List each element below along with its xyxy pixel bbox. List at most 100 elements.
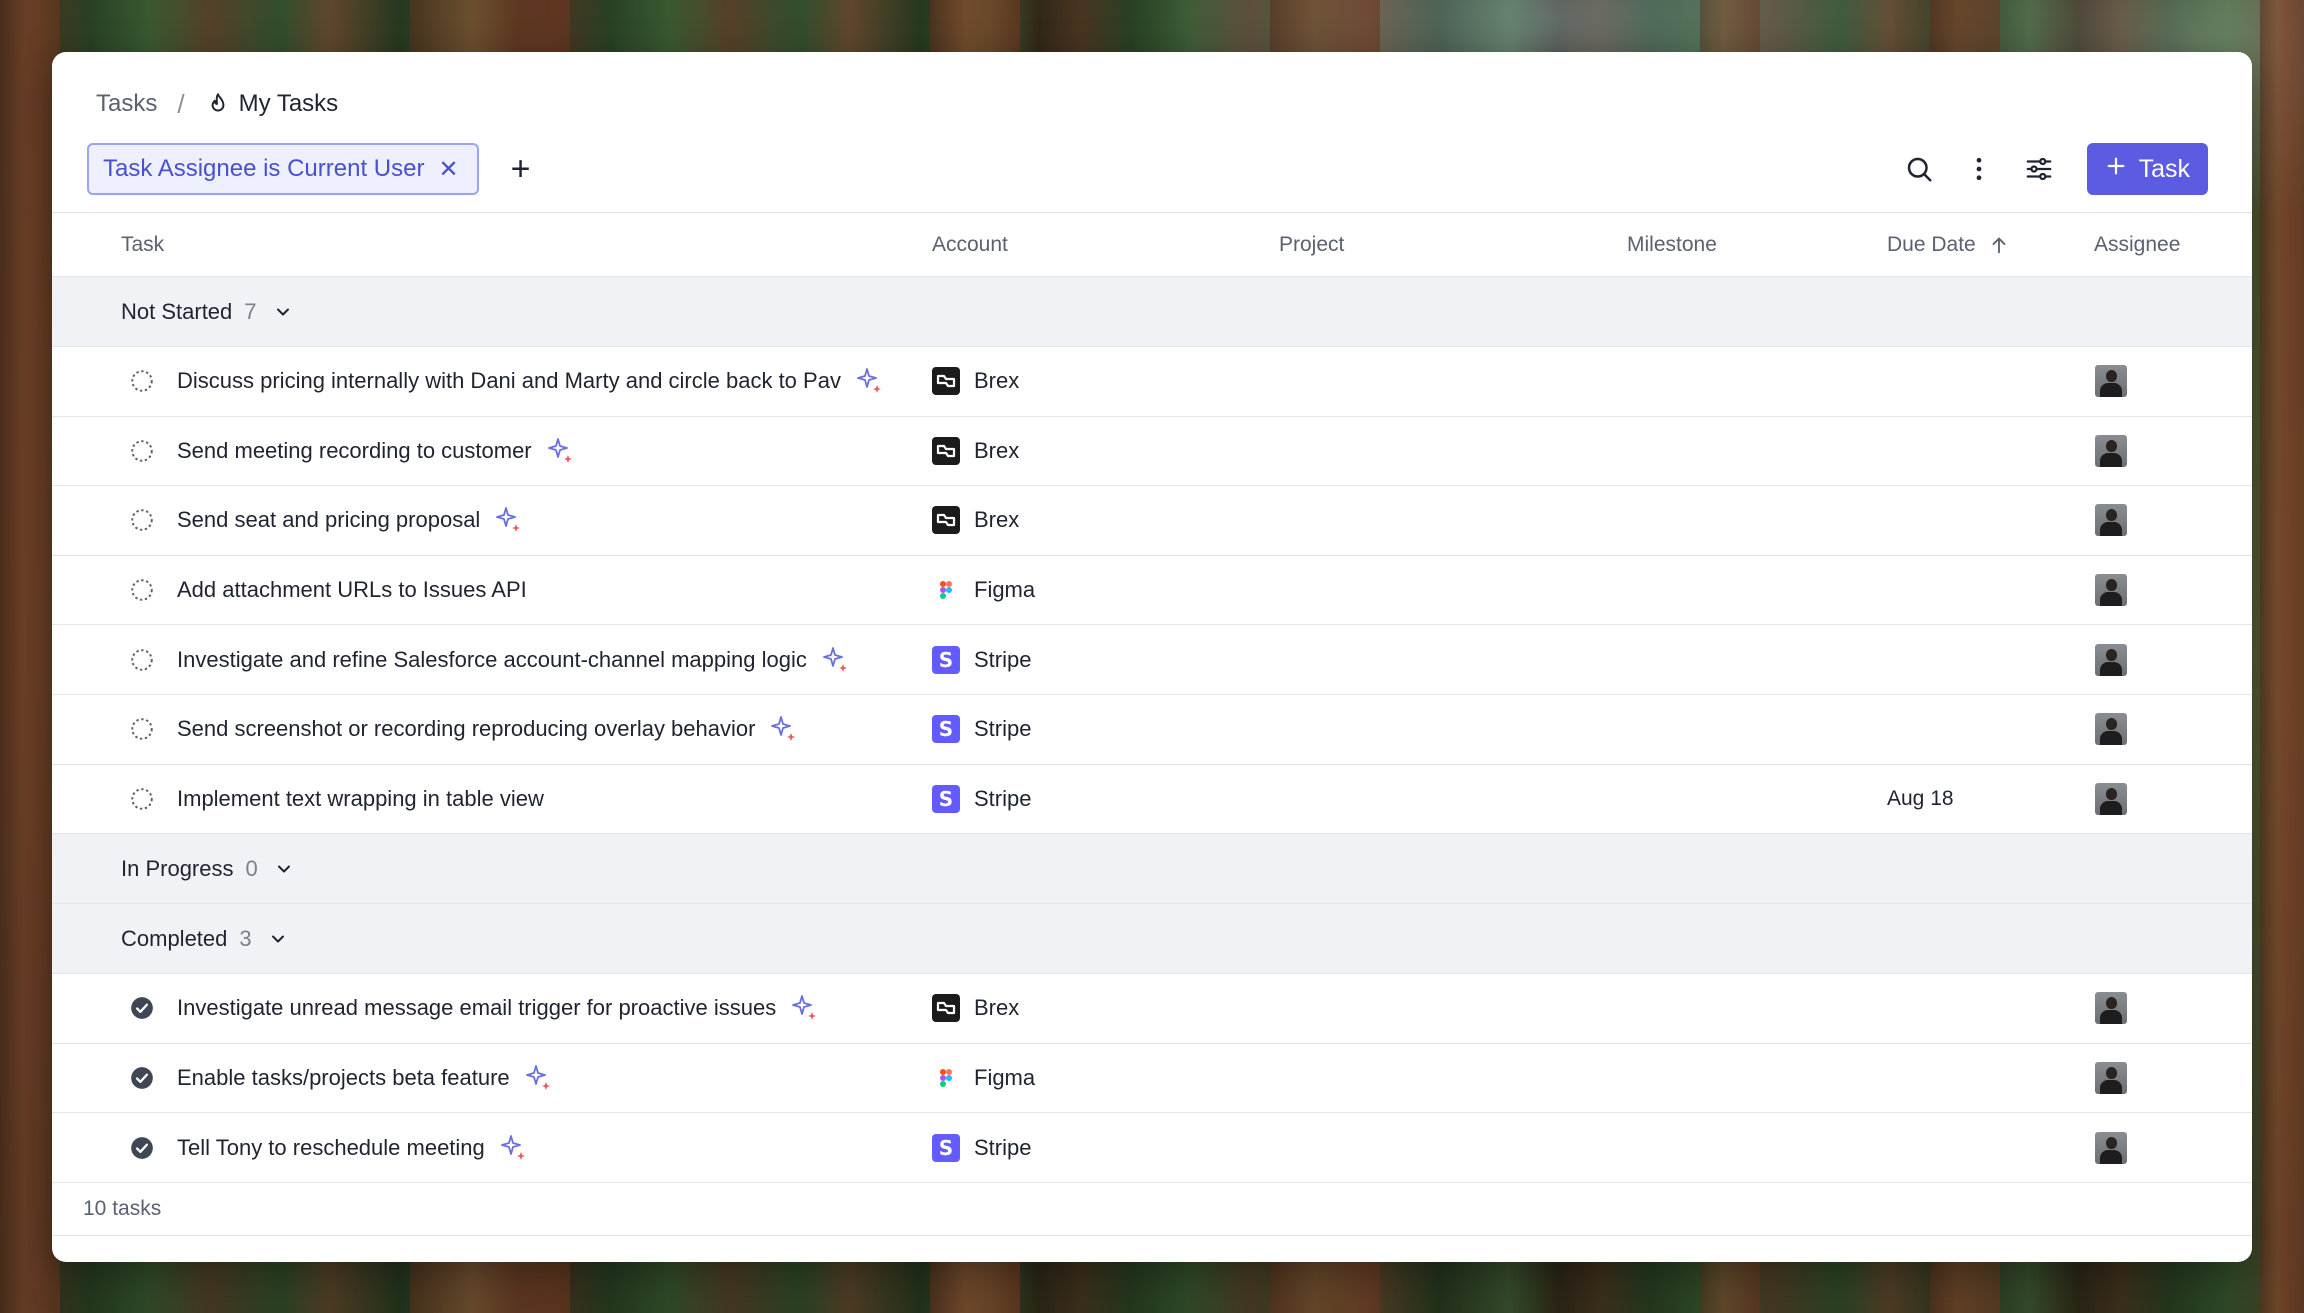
avatar[interactable] (2095, 782, 2127, 815)
new-task-button[interactable]: Task (2086, 143, 2208, 195)
task-title[interactable]: Send meeting recording to customer (177, 436, 576, 466)
avatar[interactable] (2095, 1131, 2127, 1164)
table-row[interactable]: Discuss pricing internally with Dani and… (52, 347, 2252, 417)
task-title[interactable]: Investigate and refine Salesforce accoun… (177, 645, 851, 675)
avatar[interactable] (2095, 365, 2127, 398)
table-row[interactable]: Send meeting recording to customer Brex (52, 417, 2252, 487)
stripe-logo-icon: S (932, 715, 960, 744)
column-header-project[interactable]: Project (1279, 233, 1344, 257)
task-title[interactable]: Investigate unread message email trigger… (177, 993, 820, 1023)
column-header-account[interactable]: Account (932, 233, 1008, 257)
new-task-label: Task (2138, 154, 2190, 183)
account-cell[interactable]: Brex (932, 994, 1020, 1023)
filter-chip-assignee[interactable]: Task Assignee is Current User ✕ (87, 143, 479, 195)
group-toggle[interactable]: In Progress 0 (121, 856, 294, 882)
sliders-icon[interactable] (2023, 153, 2055, 185)
account-cell[interactable]: Figma (932, 1064, 1035, 1092)
sort-ascending-icon[interactable] (1988, 234, 2010, 256)
more-vertical-icon[interactable] (1963, 153, 1995, 185)
add-filter-button[interactable]: + (505, 152, 537, 186)
task-title[interactable]: Tell Tony to reschedule meeting (177, 1133, 529, 1163)
task-title[interactable]: Send seat and pricing proposal (177, 505, 524, 535)
account-name: Brex (974, 437, 1020, 463)
task-title[interactable]: Implement text wrapping in table view (177, 786, 544, 812)
ai-sparkle-icon (546, 436, 576, 466)
not-started-status-icon[interactable] (129, 716, 155, 742)
not-started-status-icon[interactable] (129, 577, 155, 603)
group-toggle[interactable]: Completed 3 (121, 926, 288, 952)
account-cell[interactable]: Brex (932, 506, 1019, 535)
account-cell[interactable]: S Stripe (932, 784, 1031, 813)
table-row[interactable]: Investigate unread message email trigger… (52, 974, 2252, 1044)
column-header-assignee[interactable]: Assignee (2094, 233, 2180, 257)
account-cell[interactable]: Brex (932, 367, 1019, 396)
account-cell[interactable]: S Stripe (932, 645, 1032, 674)
not-started-status-icon[interactable] (129, 507, 155, 533)
table-row[interactable]: Add attachment URLs to Issues API Figma (52, 556, 2252, 626)
figma-logo-icon (932, 576, 960, 604)
brex-logo-icon (932, 367, 960, 396)
account-name: Stripe (974, 646, 1032, 672)
group-toggle[interactable]: Not Started 7 (121, 299, 293, 325)
page-title: My Tasks (238, 90, 339, 117)
account-cell[interactable]: Brex (932, 436, 1020, 465)
not-started-status-icon[interactable] (129, 647, 155, 673)
column-header-due-date[interactable]: Due Date (1887, 233, 2010, 257)
table-row[interactable]: Investigate and refine Salesforce accoun… (52, 625, 2252, 695)
group-count: 3 (239, 925, 252, 951)
table-row[interactable]: Send seat and pricing proposal Brex (52, 486, 2252, 556)
account-cell[interactable]: Figma (932, 576, 1035, 604)
avatar[interactable] (2095, 574, 2127, 607)
task-title[interactable]: Add attachment URLs to Issues API (177, 577, 527, 603)
avatar[interactable] (2095, 1062, 2127, 1095)
tasks-window: Tasks / My Tasks Task Assignee is Curren… (52, 52, 2252, 1262)
account-cell[interactable]: S Stripe (932, 715, 1031, 744)
task-title-text: Send meeting recording to customer (177, 437, 532, 463)
avatar[interactable] (2095, 713, 2127, 746)
avatar[interactable] (2095, 643, 2127, 676)
chevron-down-icon[interactable] (268, 929, 288, 949)
not-started-status-icon[interactable] (129, 786, 155, 812)
chevron-down-icon[interactable] (273, 302, 293, 322)
search-icon[interactable] (1903, 153, 1935, 185)
account-cell[interactable]: S Stripe (932, 1133, 1031, 1162)
column-header-task[interactable]: Task (121, 233, 164, 257)
completed-status-icon[interactable] (129, 1135, 155, 1161)
group-row: Not Started 7 (52, 277, 2252, 347)
table-row[interactable]: Tell Tony to reschedule meeting S Stripe (52, 1113, 2252, 1183)
plus-icon (2105, 155, 2127, 184)
background-trunk (0, 0, 60, 1313)
not-started-status-icon[interactable] (129, 438, 155, 464)
avatar[interactable] (2095, 992, 2127, 1025)
column-header-milestone[interactable]: Milestone (1627, 233, 1717, 257)
task-title[interactable]: Discuss pricing internally with Dani and… (177, 366, 885, 396)
group-label-text: In Progress (121, 855, 234, 881)
chevron-down-icon[interactable] (274, 859, 294, 879)
task-title-text: Send screenshot or recording reproducing… (177, 716, 756, 742)
background-trunk (2260, 0, 2304, 1313)
account-name: Brex (974, 995, 1020, 1021)
due-date-label: Due Date (1887, 232, 1976, 256)
task-title-text: Add attachment URLs to Issues API (177, 577, 527, 603)
ai-sparkle-icon (821, 645, 851, 675)
breadcrumb-tasks-link[interactable]: Tasks (96, 90, 157, 118)
task-title-text: Investigate unread message email trigger… (177, 995, 777, 1021)
completed-status-icon[interactable] (129, 1065, 155, 1091)
not-started-status-icon[interactable] (129, 368, 155, 394)
close-icon[interactable]: ✕ (438, 155, 458, 184)
avatar[interactable] (2095, 504, 2127, 537)
group-row: Completed 3 (52, 904, 2252, 975)
brex-logo-icon (932, 994, 960, 1023)
due-date[interactable]: Aug 18 (1887, 787, 1954, 811)
table-row[interactable]: Enable tasks/projects beta feature Figma (52, 1044, 2252, 1114)
table-row[interactable]: Implement text wrapping in table view S St… (52, 765, 2252, 835)
completed-status-icon[interactable] (129, 995, 155, 1021)
ai-sparkle-icon (790, 993, 820, 1023)
table-body: Not Started 7 Discuss pricing internally w… (52, 277, 2252, 1183)
table-row[interactable]: Send screenshot or recording reproducing… (52, 695, 2252, 765)
task-title[interactable]: Send screenshot or recording reproducing… (177, 714, 799, 744)
figma-logo-icon (932, 1064, 960, 1092)
task-title[interactable]: Enable tasks/projects beta feature (177, 1063, 554, 1093)
avatar[interactable] (2095, 434, 2127, 467)
task-title-text: Implement text wrapping in table view (177, 785, 544, 811)
